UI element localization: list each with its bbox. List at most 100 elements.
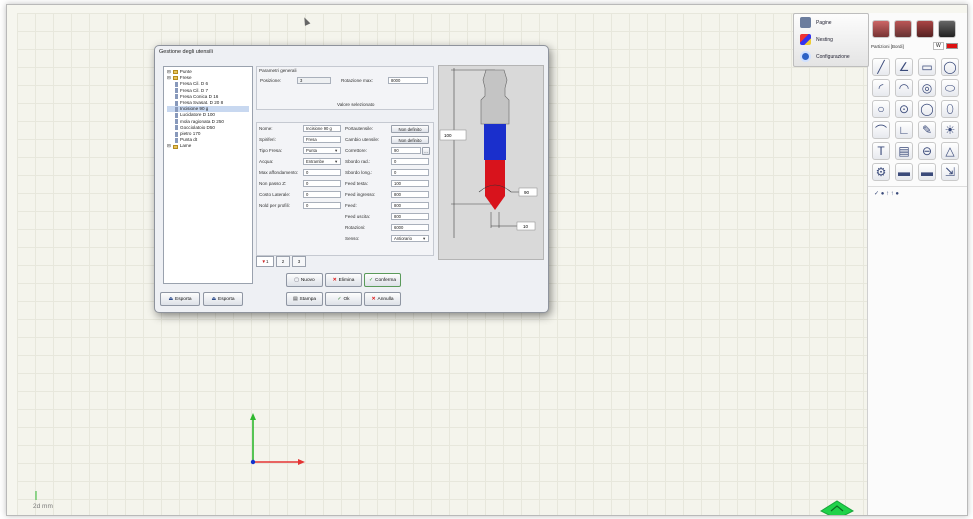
tab-3[interactable]: 3: [292, 256, 306, 267]
param-field[interactable]: 800: [391, 202, 429, 209]
print-label: Stampa: [299, 296, 317, 302]
nesting-item[interactable]: Nesting: [794, 31, 868, 48]
polyline-icon[interactable]: ∠: [895, 58, 913, 76]
target-icon[interactable]: ⊖: [918, 142, 936, 160]
layer-icon[interactable]: [938, 20, 956, 38]
layer-icon[interactable]: [916, 20, 934, 38]
param-label: Costo Laterale:: [259, 192, 291, 197]
small-tools-row[interactable]: ✓ ● ↑ ↑ ●: [868, 186, 967, 200]
import-icon[interactable]: ⇲: [941, 163, 959, 181]
param-label: Sbordo long.:: [345, 170, 373, 175]
browse-button[interactable]: ...: [422, 147, 430, 155]
dialog-title: Gestione degli utensili: [159, 49, 213, 55]
circle-2p-icon[interactable]: ◎: [918, 79, 936, 97]
tool-icon: [175, 82, 178, 87]
param-field[interactable]: 800: [391, 191, 429, 198]
folder-icon: [172, 70, 178, 75]
tool-tree[interactable]: ⊟ Punte ⊟ Frese Fresa Cil. D 6 Fresa Cil. D 7…: [163, 66, 253, 284]
layer-select[interactable]: Partizioni [Bordi]: [871, 44, 931, 49]
confirm-button[interactable]: ✓ Conferma: [364, 273, 401, 287]
param-field[interactable]: Incisione 90 g: [303, 125, 341, 132]
param-button[interactable]: Non definito: [391, 136, 429, 144]
tool-icon: [175, 119, 178, 125]
param-label: Nome:: [259, 126, 273, 131]
param-field[interactable]: 0: [303, 169, 341, 176]
position-field[interactable]: 3: [297, 77, 331, 84]
param-label: Correttore:: [345, 148, 367, 153]
tool-icon: [175, 94, 178, 100]
tool-icon: [175, 113, 178, 119]
tool-icon: [175, 106, 178, 112]
pages-item[interactable]: Pagine: [794, 14, 868, 31]
circle-ring-icon[interactable]: ○: [872, 100, 890, 118]
print-button[interactable]: ▤ Stampa: [286, 292, 323, 306]
fillet-icon[interactable]: ⌒: [872, 121, 890, 139]
export-button-1[interactable]: ⏏ Esporta: [160, 292, 200, 306]
param-field[interactable]: 0: [391, 158, 429, 165]
ok-button[interactable]: ✓ Ok: [325, 292, 362, 306]
arc-icon[interactable]: ◜: [872, 79, 890, 97]
export-button-2[interactable]: ⏏ Esporta: [203, 292, 243, 306]
layer-dropdown[interactable]: W: [933, 42, 944, 50]
new-button[interactable]: ▢ Nuovo: [286, 273, 323, 287]
bulb-icon[interactable]: ☀: [941, 121, 959, 139]
param-label: Feed:: [345, 203, 357, 208]
param-field[interactable]: 0: [391, 169, 429, 176]
cancel-label: Annulla: [377, 296, 394, 302]
car-icon[interactable]: ▬: [895, 163, 913, 181]
param-field[interactable]: 100: [391, 180, 429, 187]
pencil-icon[interactable]: ✎: [918, 121, 936, 139]
param-label: Acqua:: [259, 159, 274, 164]
param-field[interactable]: Fresa: [303, 136, 341, 143]
circle-center-icon[interactable]: ⊙: [895, 100, 913, 118]
tool-preview: 100 90 10: [438, 65, 544, 260]
layer-color-swatch[interactable]: [945, 43, 958, 49]
bus-icon[interactable]: ▬: [918, 163, 936, 181]
param-field[interactable]: 0: [303, 202, 341, 209]
param-label: Sbordo rad.:: [345, 159, 371, 164]
view-cube-icon[interactable]: [819, 497, 855, 516]
layer-icon[interactable]: [894, 20, 912, 38]
param-field[interactable]: 0: [303, 191, 341, 198]
param-field[interactable]: 90: [391, 147, 421, 154]
expand-icon[interactable]: ⊟: [167, 143, 171, 149]
param-field[interactable]: 0: [303, 180, 341, 187]
expand-icon[interactable]: ⊟: [167, 75, 171, 81]
export-icon: ⏏: [168, 296, 173, 302]
ok-label: Ok: [343, 296, 350, 302]
circle-icon[interactable]: ◯: [941, 58, 959, 76]
hatch-icon[interactable]: ▤: [895, 142, 913, 160]
circle-small-icon[interactable]: ◯: [918, 100, 936, 118]
draw-tools-grid: ╱ ∠ ▭ ◯ ◜ ◠ ◎ ⬭ ○ ⊙ ◯ ⬯ ⌒ ∟ ✎ ☀ T ▤ ⊖ △ ⚙ ▬ ▬ ⇲: [868, 53, 967, 182]
origin-point: [250, 459, 256, 465]
pages-icon: [800, 17, 811, 28]
dimension-icon[interactable]: △: [941, 142, 959, 160]
tab-1[interactable]: ▼1: [256, 256, 274, 267]
delete-button[interactable]: ✕ Elimina: [325, 273, 362, 287]
chevron-down-icon[interactable]: ▾: [335, 159, 337, 165]
cancel-button[interactable]: ✕ Annulla: [364, 292, 401, 306]
param-button[interactable]: Non definito: [391, 125, 429, 133]
line-icon[interactable]: ╱: [872, 58, 890, 76]
ellipse-icon[interactable]: ⬭: [941, 79, 959, 97]
chevron-down-icon[interactable]: ▾: [423, 236, 425, 242]
tree-item[interactable]: ⊟ Lame: [167, 143, 249, 149]
tab-2[interactable]: 2: [276, 256, 290, 267]
rotation-max-field[interactable]: 8000: [388, 77, 428, 84]
layer-icon[interactable]: [872, 20, 890, 38]
chevron-down-icon[interactable]: ▾: [335, 148, 337, 154]
export-icon: ⏏: [211, 296, 216, 302]
text-icon[interactable]: T: [872, 142, 890, 160]
folder-icon: [172, 76, 178, 81]
rectangle-icon[interactable]: ▭: [918, 58, 936, 76]
param-field[interactable]: 6000: [391, 224, 429, 231]
diameter-dim-label: 10: [523, 224, 529, 229]
configuration-item[interactable]: Configurazione: [794, 48, 868, 65]
view-icons-row: [868, 13, 967, 39]
param-field[interactable]: 800: [391, 213, 429, 220]
angle-icon[interactable]: ∟: [895, 121, 913, 139]
gear-shape-icon[interactable]: ⚙: [872, 163, 890, 181]
oval-icon[interactable]: ⬯: [941, 100, 959, 118]
position-label: Posizione:: [260, 78, 282, 83]
arc-3p-icon[interactable]: ◠: [895, 79, 913, 97]
